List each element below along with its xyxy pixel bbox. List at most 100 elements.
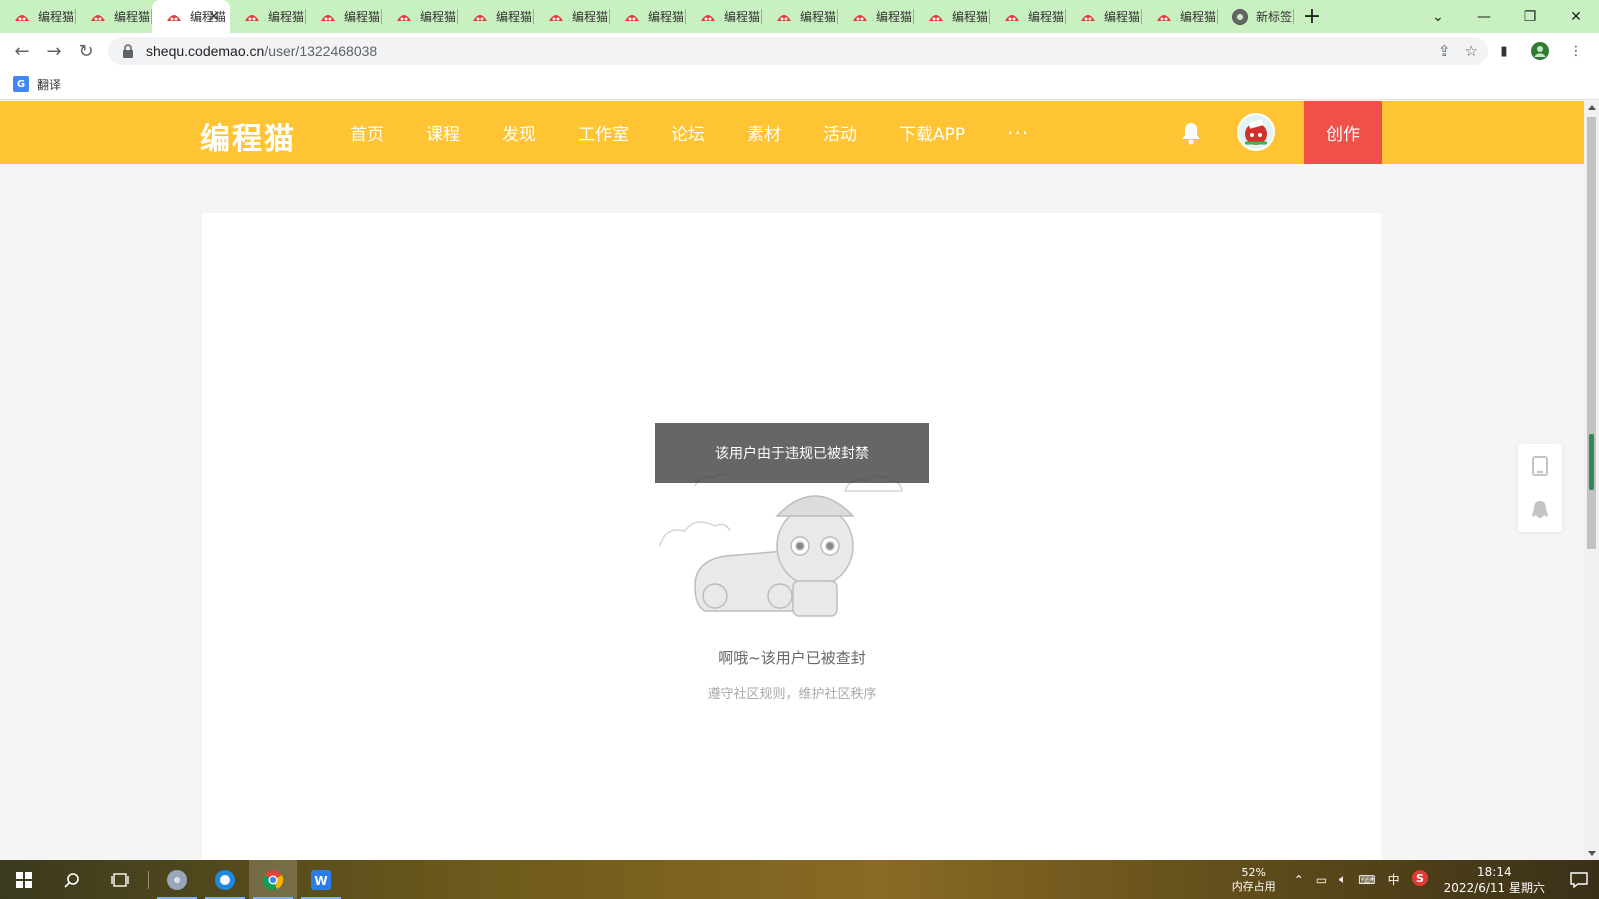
volume-icon[interactable]: 🔈︎ <box>1339 872 1346 887</box>
taskbar-app-disc-icon[interactable] <box>153 860 201 899</box>
browser-tab[interactable]: 编程猫 <box>0 0 76 33</box>
url-path: /user/1322468038 <box>264 43 378 59</box>
nav-discover[interactable]: 发现 <box>502 120 536 145</box>
nav-forum[interactable]: 论坛 <box>671 120 705 145</box>
chevron-up-icon[interactable]: ⌃ <box>1294 873 1304 887</box>
browser-tab[interactable]: 编程猫 <box>230 0 306 33</box>
tab-title: 编程猫 <box>572 10 608 24</box>
close-window-button[interactable]: ✕ <box>1553 0 1599 33</box>
network-icon[interactable]: ▭ <box>1316 873 1327 887</box>
nav-studio[interactable]: 工作室 <box>578 120 629 145</box>
profile-icon[interactable] <box>1529 37 1551 65</box>
browser-tab[interactable]: 编程猫 <box>686 0 762 33</box>
nav-download-app[interactable]: 下载APP <box>899 120 965 145</box>
tab-search-icon[interactable]: ⌄ <box>1415 0 1461 33</box>
tab-title: 编程猫 <box>344 10 380 24</box>
clock-date: 2022/6/11 星期六 <box>1443 880 1545 895</box>
address-bar[interactable]: shequ.codemao.cn/user/1322468038 ⇪ ☆ <box>108 37 1488 65</box>
system-tray: 52% 内存占用 ⌃ ▭ 🔈︎ ⌨ 中 S 18:14 2022/6/11 星期… <box>1232 860 1599 899</box>
new-tab-button[interactable]: + <box>1294 0 1330 33</box>
user-avatar[interactable] <box>1237 113 1275 151</box>
windows-taskbar: W 52% 内存占用 ⌃ ▭ 🔈︎ ⌨ 中 S 18:14 2022/6/11 … <box>0 860 1599 899</box>
sogou-ime-icon[interactable]: S <box>1411 870 1428 889</box>
nav-home[interactable]: 首页 <box>350 120 384 145</box>
tab-title: 编程猫 <box>114 10 150 24</box>
share-icon[interactable]: ⇪ <box>1438 42 1451 60</box>
browser-tab[interactable]: 编程猫 ✕ <box>152 0 230 33</box>
browser-tab[interactable]: 编程猫 <box>76 0 152 33</box>
notification-icon[interactable] <box>1559 860 1599 899</box>
browser-toolbar: ← → ↻ shequ.codemao.cn/user/1322468038 ⇪… <box>0 33 1599 69</box>
taskbar-wps-icon[interactable]: W <box>297 860 345 899</box>
url-text: shequ.codemao.cn/user/1322468038 <box>146 43 377 59</box>
scroll-up-arrow-icon[interactable] <box>1588 105 1596 110</box>
back-arrow-icon[interactable]: ← <box>6 35 38 67</box>
browser-tab[interactable]: 编程猫 <box>838 0 914 33</box>
svg-text:S: S <box>1416 872 1424 885</box>
create-button[interactable]: 创作 <box>1304 101 1382 164</box>
windows-start-icon[interactable] <box>0 860 48 899</box>
main-nav: 首页 课程 发现 工作室 论坛 素材 活动 下载APP ··· <box>350 101 1071 164</box>
nav-more[interactable]: ··· <box>1007 121 1029 145</box>
browser-tab[interactable]: 编程猫 <box>1066 0 1142 33</box>
browser-tab[interactable]: 编程猫 <box>534 0 610 33</box>
clock[interactable]: 18:14 2022/6/11 星期六 <box>1444 864 1545 896</box>
browser-tab[interactable]: 编程猫 <box>762 0 838 33</box>
browser-tab[interactable]: 编程猫 <box>990 0 1066 33</box>
browser-tab[interactable]: 编程猫 <box>1142 0 1218 33</box>
minimize-button[interactable]: — <box>1461 0 1507 33</box>
scroll-down-arrow-icon[interactable] <box>1588 851 1596 856</box>
browser-tab[interactable]: 新标签 <box>1218 0 1294 33</box>
codemao-favicon <box>15 14 29 21</box>
nav-activities[interactable]: 活动 <box>823 120 857 145</box>
taskbar-app-browser-icon[interactable] <box>201 860 249 899</box>
codemao-favicon <box>777 14 791 21</box>
search-icon[interactable] <box>48 860 96 899</box>
browser-tab[interactable]: 编程猫 <box>382 0 458 33</box>
tab-close-icon[interactable]: ✕ <box>206 9 222 25</box>
taskbar-chrome-icon[interactable] <box>249 860 297 899</box>
restore-button[interactable]: ❐ <box>1507 0 1553 33</box>
ban-title: 啊哦~该用户已被查封 <box>718 649 866 667</box>
bookmark-translate[interactable]: 翻译 <box>37 76 61 93</box>
browser-tab[interactable]: 编程猫 <box>458 0 534 33</box>
task-view-icon[interactable] <box>96 860 144 899</box>
browser-tab[interactable]: 编程猫 <box>610 0 686 33</box>
tab-title: 编程猫 <box>1104 10 1140 24</box>
page-scrollbar[interactable] <box>1584 101 1599 860</box>
bookmark-star-icon[interactable]: ☆ <box>1465 42 1478 60</box>
reload-icon[interactable]: ↻ <box>70 35 102 67</box>
tab-title: 新标签 <box>1256 10 1292 24</box>
mobile-app-icon[interactable] <box>1518 444 1562 488</box>
codemao-favicon <box>549 14 563 21</box>
tab-title: 编程猫 <box>420 10 456 24</box>
ime-indicator[interactable]: 中 <box>1388 871 1400 888</box>
nav-materials[interactable]: 素材 <box>747 120 781 145</box>
side-panel-icon[interactable]: ▮ <box>1493 37 1515 65</box>
tab-title: 编程猫 <box>268 10 304 24</box>
memory-usage[interactable]: 52% 内存占用 <box>1232 866 1276 894</box>
codemao-favicon <box>625 14 639 21</box>
tab-title: 编程猫 <box>876 10 912 24</box>
browser-tab[interactable]: 编程猫 <box>914 0 990 33</box>
keyboard-icon[interactable]: ⌨ <box>1358 873 1375 887</box>
tab-strip: 编程猫 编程猫 编程猫 ✕ 编程猫 编程猫 编程猫 编程猫 编程猫 编程猫 编程猫 编程猫 编程猫 编程猫… <box>0 0 1599 33</box>
window-controls: ⌄ — ❐ ✕ <box>1415 0 1599 33</box>
codemao-favicon <box>701 14 715 21</box>
banned-toast: 该用户由于违规已被封禁 <box>655 423 929 483</box>
forward-arrow-icon[interactable]: → <box>38 35 70 67</box>
memory-percent: 52% <box>1241 865 1266 879</box>
codemao-favicon <box>91 14 105 21</box>
memory-label: 内存占用 <box>1231 879 1276 893</box>
codemao-favicon <box>397 14 411 21</box>
browser-tab[interactable]: 编程猫 <box>306 0 382 33</box>
clock-time: 18:14 <box>1477 864 1512 879</box>
bell-icon[interactable] <box>1180 121 1202 145</box>
qq-penguin-icon[interactable] <box>1518 488 1562 532</box>
menu-kebab-icon[interactable]: ⋮ <box>1565 37 1587 65</box>
nav-courses[interactable]: 课程 <box>426 120 460 145</box>
tab-title: 编程猫 <box>496 10 532 24</box>
codemao-favicon <box>245 14 259 21</box>
site-logo[interactable]: 编程猫 <box>200 114 296 158</box>
codemao-favicon <box>929 14 943 21</box>
